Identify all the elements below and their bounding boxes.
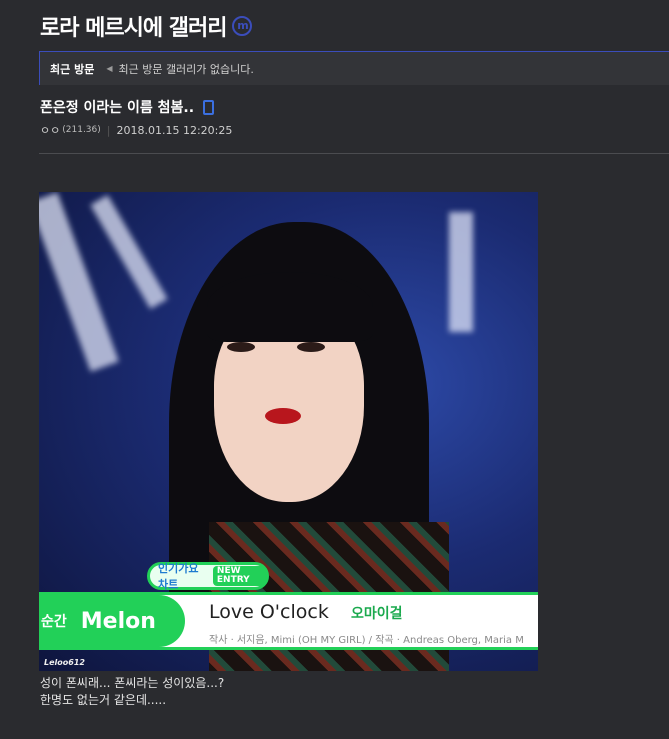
recent-visits-bar: 최근 방문 ◀ 최근 방문 갤러리가 없습니다. <box>39 51 669 85</box>
inkigayo-chart-badge: 인기가요 차트 NEW ENTRY <box>147 562 269 591</box>
post-meta: ㅇㅇ (211.36) | 2018.01.15 12:20:25 <box>40 122 232 138</box>
inkigayo-label: 인기가요 차트 <box>158 562 199 591</box>
post-ip: (211.36) <box>62 125 101 135</box>
song-artist: 오마이걸 <box>351 606 403 622</box>
gallery-title[interactable]: 로라 메르시에 갤러리 m <box>40 10 253 42</box>
post-image[interactable]: 인기가요 차트 NEW ENTRY 순간 Melon Love O'clock … <box>39 192 538 671</box>
song-title: Love O'clock <box>209 601 329 623</box>
header-divider <box>39 153 669 154</box>
arrow-left-icon[interactable]: ◀ <box>106 64 112 73</box>
post-body-line: 한명도 없는거 같은데..... <box>40 693 167 707</box>
recent-visits-empty: 최근 방문 갤러리가 없습니다. <box>118 62 254 76</box>
post-author[interactable]: ㅇㅇ <box>40 122 60 138</box>
bangs-shape <box>207 272 373 342</box>
stage-light <box>90 195 168 309</box>
uploader-watermark: Leloo612 <box>44 658 85 667</box>
eye-shape <box>227 342 255 352</box>
meta-divider: | <box>106 123 111 137</box>
melon-logo: Melon <box>80 608 156 634</box>
stage-light <box>449 212 473 332</box>
new-entry-label: NEW ENTRY <box>212 566 266 586</box>
song-credits: 작사 · 서지음, Mimi (OH MY GIRL) / 작곡 · Andre… <box>209 635 524 646</box>
recent-visits-label[interactable]: 최근 방문 <box>50 61 94 77</box>
post-title: 폰은정 이라는 이름 첨봄.. <box>40 97 215 117</box>
mobile-icon <box>203 99 215 115</box>
melon-tab: 순간 Melon <box>39 595 185 647</box>
minor-gallery-icon: m <box>232 16 253 36</box>
post-title-text: 폰은정 이라는 이름 첨봄.. <box>40 100 195 116</box>
lips-shape <box>265 408 301 424</box>
post-datetime: 2018.01.15 12:20:25 <box>116 123 233 137</box>
melon-lower-third: 순간 Melon Love O'clock 오마이걸 작사 · 서지음, Mim… <box>39 592 538 650</box>
post-body-line: 성이 폰씨래... 폰씨라는 성이있음...? <box>40 676 225 690</box>
post-body: 성이 폰씨래... 폰씨라는 성이있음...? 한명도 없는거 같은데..... <box>40 675 224 709</box>
rank-label: 순간 <box>41 614 67 630</box>
eye-shape <box>297 342 325 352</box>
gallery-title-text[interactable]: 로라 메르시에 갤러리 <box>40 10 227 42</box>
